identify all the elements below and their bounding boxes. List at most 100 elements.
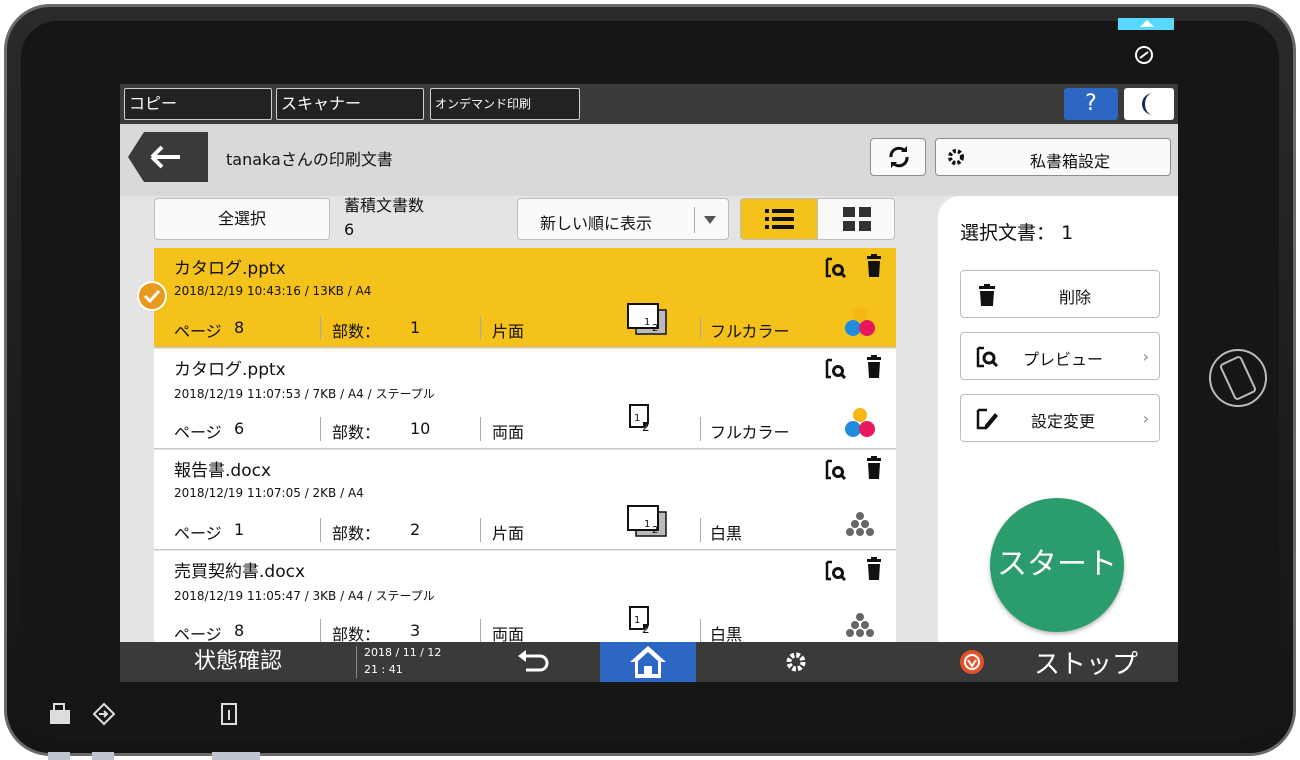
selected-label: 選択文書： <box>960 222 1056 244</box>
trash-icon[interactable] <box>866 557 882 581</box>
tab-scanner[interactable]: スキャナー <box>276 88 424 120</box>
back-button[interactable] <box>128 132 208 182</box>
delete-button[interactable]: 削除 <box>960 270 1160 318</box>
page-title: tanakaさんの印刷文書 <box>226 150 393 169</box>
list-view-icon <box>765 209 794 229</box>
chevron-down-icon <box>704 216 716 224</box>
svg-text:2: 2 <box>652 323 658 334</box>
trash-icon <box>979 284 995 306</box>
help-button[interactable]: ? <box>1064 88 1118 120</box>
pages-value: 6 <box>234 419 245 438</box>
divider <box>480 619 481 643</box>
sides-value: 片面 <box>492 322 525 341</box>
status-check-button[interactable]: 状態確認 <box>120 642 356 682</box>
home-icon <box>630 646 666 678</box>
copies-label: 部数： <box>332 322 381 341</box>
selected-count-text: 選択文書： 1 <box>960 218 1073 245</box>
color-mode-value: フルカラー <box>710 322 790 341</box>
duplex-icon: 12 <box>629 606 650 636</box>
preview-icon[interactable] <box>824 357 848 381</box>
sort-order-dropdown[interactable]: 新しい順に表示 <box>517 198 729 240</box>
login-icon[interactable] <box>92 702 116 726</box>
copies-value: 2 <box>410 520 421 539</box>
divider <box>700 417 701 441</box>
edit-icon <box>976 408 998 430</box>
svg-text:1: 1 <box>634 615 640 626</box>
preview-button[interactable]: プレビュー › <box>960 332 1160 380</box>
document-row[interactable]: カタログ.pptx 2018/12/19 10:43:16 / 13KB / A4… <box>154 248 896 348</box>
info-icon[interactable] <box>216 702 240 726</box>
document-name: カタログ.pptx <box>174 360 286 380</box>
stop-label: ストップ <box>1034 650 1139 680</box>
hw-tab-info <box>212 752 260 760</box>
svg-text:2: 2 <box>642 622 650 636</box>
full-color-icon <box>845 408 875 437</box>
divider <box>320 619 321 643</box>
document-row[interactable]: 売買契約書.docx 2018/12/19 11:05:47 / 3KB / A4… <box>154 551 896 651</box>
led-indicator-icon <box>1140 20 1154 27</box>
preview-label: プレビュー <box>1023 350 1104 369</box>
divider <box>700 316 701 340</box>
power-save-icon[interactable] <box>1133 44 1155 66</box>
tab-on-demand-print[interactable]: オンデマンド印刷 <box>430 88 580 120</box>
trash-icon[interactable] <box>866 456 882 480</box>
grid-view-icon <box>843 207 871 231</box>
undo-icon <box>518 650 549 672</box>
energy-saver-button[interactable] <box>1124 88 1174 120</box>
clock-time: 21 : 41 <box>364 663 403 676</box>
document-row[interactable]: カタログ.pptx 2018/12/19 11:07:53 / 7KB / A4 … <box>154 349 896 449</box>
divider <box>700 518 701 542</box>
start-button[interactable]: スタート <box>990 498 1124 632</box>
divider <box>320 316 321 340</box>
color-mode-value: フルカラー <box>710 423 790 442</box>
box-settings-button[interactable]: 私書箱設定 <box>935 138 1171 176</box>
copies-value: 10 <box>410 419 431 438</box>
pages-label: ページ <box>174 423 222 442</box>
copies-label: 部数： <box>332 423 381 442</box>
stop-button[interactable]: ストップ <box>938 642 1178 682</box>
device-settings-button[interactable] <box>696 642 896 682</box>
undo-button[interactable] <box>460 642 600 682</box>
nfc-phone-icon <box>1209 349 1267 407</box>
home-button[interactable] <box>600 642 696 682</box>
divider <box>480 316 481 340</box>
divider <box>700 619 701 643</box>
color-mode-value: 白黒 <box>710 524 743 543</box>
svg-text:1: 1 <box>644 519 650 530</box>
sides-value: 片面 <box>492 524 525 543</box>
action-panel: 選択文書： 1 削除 プレビュー › 設定変更 › スタート <box>938 196 1178 682</box>
document-row[interactable]: 報告書.docx 2018/12/19 11:07:05 / 2KB / A4 ペー… <box>154 450 896 550</box>
divider <box>320 518 321 542</box>
list-view-button[interactable] <box>740 198 818 240</box>
box-settings-label: 私書箱設定 <box>1030 152 1111 171</box>
gear-icon <box>948 149 964 165</box>
preview-icon[interactable] <box>824 559 848 583</box>
touch-screen: コピー スキャナー オンデマンド印刷 ? tanakaさんの印刷文書 私書箱設定… <box>120 84 1178 682</box>
divider <box>356 646 357 678</box>
trash-icon[interactable] <box>866 254 882 278</box>
select-all-button[interactable]: 全選択 <box>154 198 330 240</box>
trash-icon[interactable] <box>866 355 882 379</box>
preview-icon[interactable] <box>824 458 848 482</box>
full-color-icon <box>845 307 875 336</box>
document-meta: 2018/12/19 11:07:05 / 2KB / A4 <box>174 486 364 500</box>
tab-copy[interactable]: コピー <box>124 88 272 120</box>
clock-date: 2018 / 11 / 12 <box>364 646 442 659</box>
dropdown-divider <box>694 207 695 233</box>
sides-value: 両面 <box>492 423 525 442</box>
grid-view-button[interactable] <box>817 198 895 240</box>
refresh-icon <box>889 146 909 168</box>
chevron-right-icon: › <box>1142 409 1149 428</box>
pages-label: ページ <box>174 322 222 341</box>
document-name: カタログ.pptx <box>174 259 286 279</box>
preview-icon[interactable] <box>824 256 848 280</box>
app-tab-bar: コピー スキャナー オンデマンド印刷 ? <box>120 84 1178 124</box>
document-list: カタログ.pptx 2018/12/19 10:43:16 / 13KB / A4… <box>154 248 896 682</box>
stored-count-label: 蓄積文書数 <box>344 196 425 215</box>
refresh-button[interactable] <box>870 138 926 176</box>
fax-icon[interactable] <box>48 702 72 726</box>
screen-header: tanakaさんの印刷文書 私書箱設定 <box>120 124 1178 196</box>
svg-text:2: 2 <box>652 525 658 536</box>
change-settings-button[interactable]: 設定変更 › <box>960 394 1160 442</box>
pages-value: 8 <box>234 318 245 337</box>
